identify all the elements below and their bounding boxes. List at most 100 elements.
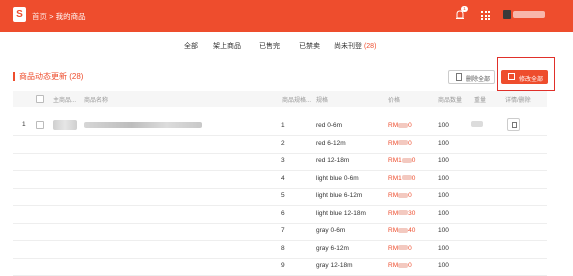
price-redacted xyxy=(401,175,412,181)
row-quantity[interactable]: 100 xyxy=(438,192,449,199)
shop-logo-icon[interactable]: S xyxy=(13,7,26,22)
price-redacted xyxy=(398,122,409,128)
price-suffix: 0 xyxy=(408,244,412,252)
price-suffix: 30 xyxy=(408,209,416,217)
row-spec: red 12-18m xyxy=(316,157,350,164)
avatar[interactable] xyxy=(503,10,511,19)
tab-live[interactable]: 架上商品 xyxy=(213,41,241,51)
apps-grid-icon[interactable] xyxy=(481,11,490,20)
price-prefix: RM xyxy=(388,139,399,147)
row-index: 1 xyxy=(281,122,285,129)
row-price[interactable]: RM1 0 xyxy=(388,157,415,164)
price-prefix: RM xyxy=(388,227,399,234)
th-spec-id: 商品规格... xyxy=(282,98,312,104)
row-quantity[interactable]: 100 xyxy=(438,157,449,164)
row-quantity[interactable]: 100 xyxy=(438,262,449,269)
price-suffix: 0 xyxy=(408,192,412,199)
row-quantity[interactable]: 100 xyxy=(438,227,449,234)
select-all-checkbox[interactable] xyxy=(36,95,44,103)
price-suffix: 0 xyxy=(408,139,412,147)
status-tabs: 全部 架上商品 已售完 已禁卖 尚未刊登 (28) xyxy=(0,41,573,53)
table-row xyxy=(13,240,547,259)
price-redacted xyxy=(401,157,412,163)
top-bar: S 首页 > 我的商品 1 xyxy=(0,0,573,32)
row-price[interactable]: RM 0 xyxy=(388,262,412,269)
row-price[interactable]: RM 0 xyxy=(388,245,412,252)
delete-all-label: 删除全部 xyxy=(466,77,491,83)
price-prefix: RM xyxy=(388,122,399,129)
breadcrumb-current: 我的商品 xyxy=(55,12,86,21)
breadcrumb: 首页 > 我的商品 xyxy=(32,11,86,22)
price-suffix: 0 xyxy=(411,174,416,182)
table-row xyxy=(13,205,547,224)
breadcrumb-separator: > xyxy=(49,12,54,21)
row-spec: gray 6-12m xyxy=(316,244,349,252)
price-prefix: RM1 xyxy=(388,157,402,164)
row-quantity[interactable]: 100 xyxy=(438,140,449,147)
username-redacted[interactable] xyxy=(513,11,545,18)
trash-icon xyxy=(456,73,462,81)
price-suffix: 0 xyxy=(411,157,416,164)
th-product-name: 商品名称 xyxy=(84,98,109,104)
row-index: 9 xyxy=(281,262,285,269)
row-price[interactable]: RM 0 xyxy=(388,122,412,129)
row-spec: light blue 12-18m xyxy=(316,209,366,217)
tab-unpublished-label: 尚未刊登 xyxy=(334,43,362,50)
price-redacted xyxy=(398,140,409,146)
th-price: 价格 xyxy=(388,98,401,104)
table-row xyxy=(13,170,547,189)
row-price[interactable]: RM1 0 xyxy=(388,175,415,182)
row-price[interactable]: RM 30 xyxy=(388,210,415,217)
price-redacted xyxy=(398,227,409,233)
price-redacted xyxy=(398,245,409,251)
table-row xyxy=(13,117,547,136)
row-index: 3 xyxy=(281,157,285,164)
price-suffix: 0 xyxy=(408,122,412,129)
tab-banned[interactable]: 已禁卖 xyxy=(299,41,320,51)
row-index: 7 xyxy=(281,227,285,234)
th-quantity: 商品数量 xyxy=(438,98,463,104)
row-spec: gray 12-18m xyxy=(316,262,353,269)
row-index: 4 xyxy=(281,174,285,182)
price-redacted xyxy=(398,262,409,268)
price-prefix: RM xyxy=(388,244,399,252)
th-main-product: 主商品... xyxy=(53,98,77,104)
tab-sold-out[interactable]: 已售完 xyxy=(259,41,280,51)
row-spec: light blue 6-12m xyxy=(316,192,363,199)
th-weight: 重量 xyxy=(474,98,487,104)
table-row xyxy=(13,152,547,171)
notification-badge: 1 xyxy=(461,6,468,12)
row-quantity[interactable]: 100 xyxy=(438,175,449,182)
row-price[interactable]: RM 40 xyxy=(388,227,415,234)
th-spec: 规格 xyxy=(316,98,329,104)
row-index: 2 xyxy=(281,139,285,147)
section-title: 商品动态更新 (28) xyxy=(19,72,84,81)
row-spec: red 0-6m xyxy=(316,122,343,129)
row-spec: gray 0-6m xyxy=(316,227,346,234)
table-row xyxy=(13,187,547,206)
th-action: 详情/删除 xyxy=(505,98,531,104)
row-price[interactable]: RM 0 xyxy=(388,140,412,147)
row-spec: light blue 0-6m xyxy=(316,174,359,182)
table-row xyxy=(13,257,547,276)
tab-all[interactable]: 全部 xyxy=(184,41,198,51)
row-quantity[interactable]: 100 xyxy=(438,210,449,217)
price-prefix: RM xyxy=(388,209,399,217)
delete-all-button[interactable]: 删除全部 xyxy=(448,70,495,84)
price-prefix: RM xyxy=(388,192,399,199)
row-index: 8 xyxy=(281,244,285,252)
row-index: 5 xyxy=(281,192,285,199)
tab-unpublished[interactable]: 尚未刊登 (28) xyxy=(334,41,376,51)
breadcrumb-home[interactable]: 首页 xyxy=(32,12,47,21)
row-price[interactable]: RM 0 xyxy=(388,192,412,199)
table-row xyxy=(13,222,547,241)
price-suffix: 0 xyxy=(408,262,412,269)
row-quantity[interactable]: 100 xyxy=(438,245,449,252)
price-redacted xyxy=(398,192,409,198)
highlight-box xyxy=(497,57,555,91)
section-accent-bar xyxy=(13,72,15,81)
price-suffix: 40 xyxy=(408,227,416,234)
price-prefix: RM xyxy=(388,262,399,269)
row-spec: red 6-12m xyxy=(316,139,346,147)
row-quantity[interactable]: 100 xyxy=(438,122,449,129)
